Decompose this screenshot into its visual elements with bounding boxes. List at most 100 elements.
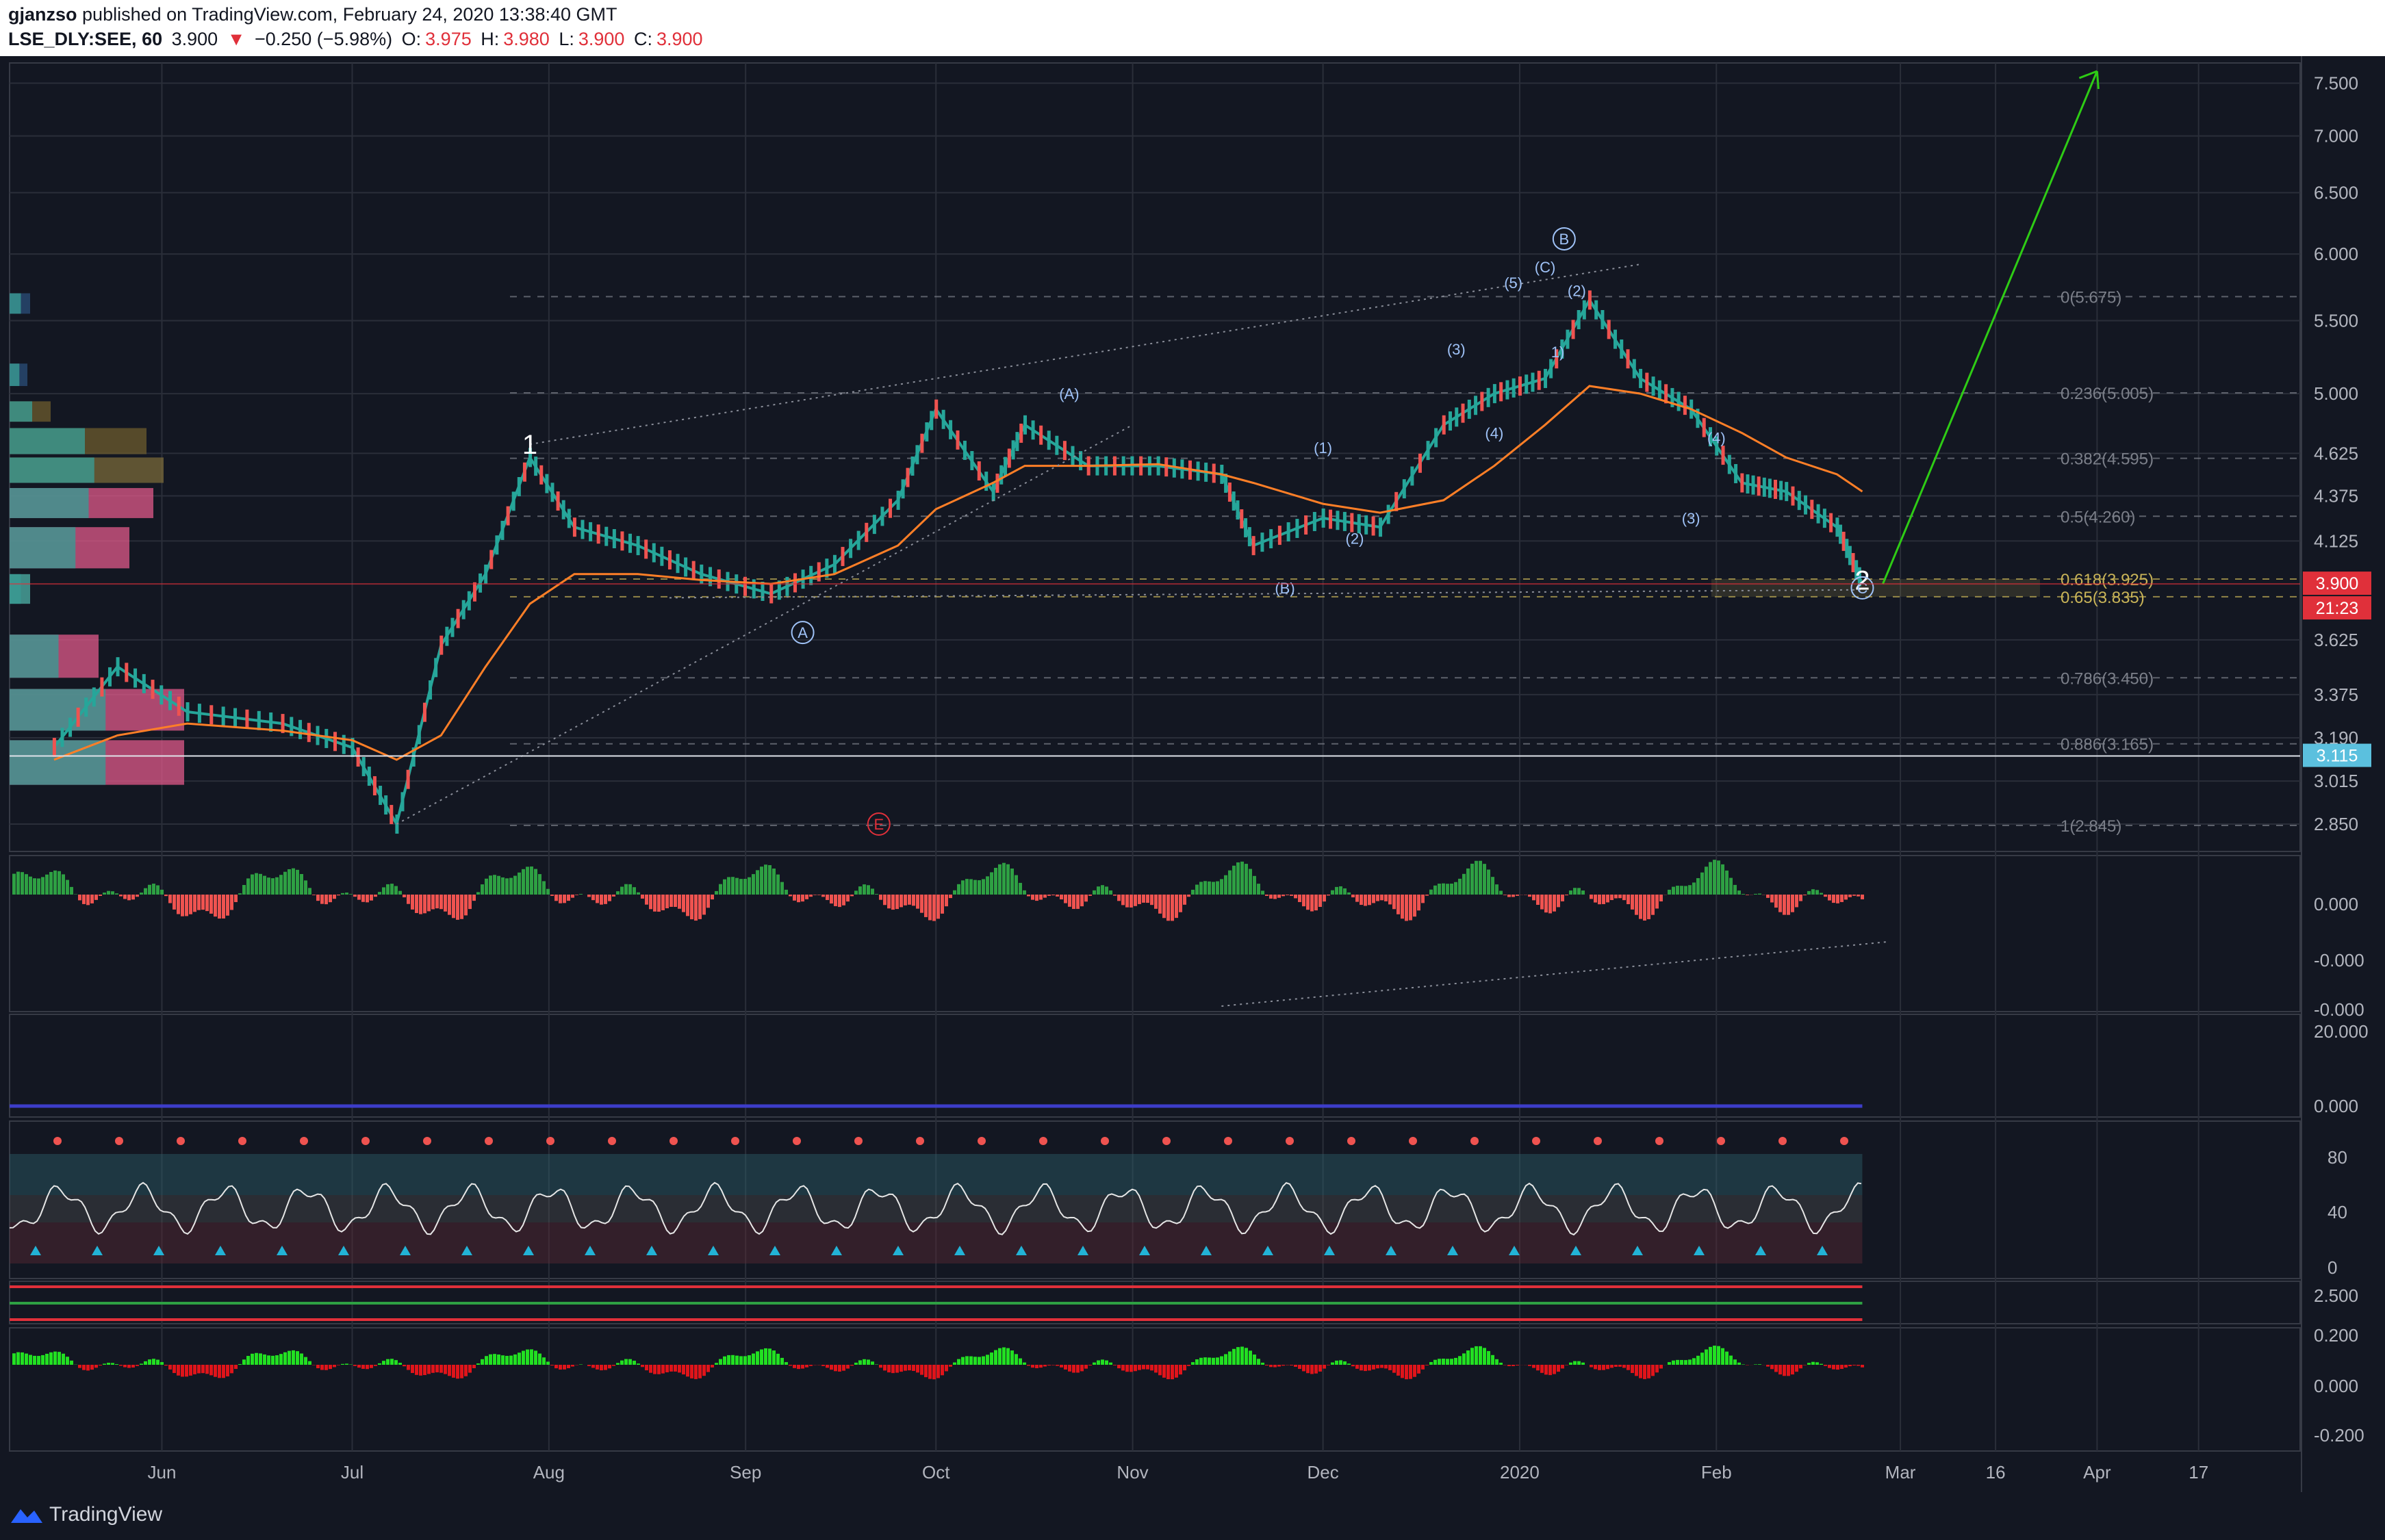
momentum-bar	[361, 1365, 365, 1369]
candle	[1011, 440, 1015, 460]
momentum-bar	[1622, 1365, 1626, 1368]
momentum-bar	[111, 1363, 114, 1365]
macd-bar	[953, 890, 956, 895]
macd-bar	[591, 895, 595, 901]
momentum-bar	[1093, 1362, 1096, 1365]
momentum-bar	[1631, 1365, 1634, 1374]
candle	[1702, 418, 1706, 437]
candle	[1657, 380, 1661, 400]
symbol-name[interactable]: LSE_DLY:SEE, 60	[8, 29, 162, 49]
macd-bar	[267, 877, 270, 895]
macd-bar	[579, 894, 583, 895]
candle	[484, 564, 488, 584]
macd-bar	[1273, 895, 1277, 899]
candle	[880, 506, 884, 526]
fib-level-label: 0.382(4.595)	[2061, 450, 2154, 469]
momentum-bar	[209, 1365, 213, 1376]
wave-label: (2)	[1346, 530, 1364, 547]
macd-bar	[1844, 895, 1848, 900]
momentum-bar	[690, 1365, 693, 1378]
macd-bar	[982, 879, 985, 895]
momentum-bar	[1191, 1362, 1195, 1365]
candle	[1639, 368, 1643, 388]
momentum-bar	[686, 1365, 689, 1377]
candle	[1247, 527, 1251, 547]
momentum-bar	[1298, 1365, 1301, 1370]
macd-bar	[1758, 893, 1761, 895]
price-chart[interactable]: JunJulAugSepOctNovDec2020FebMar16Apr17Ma…	[0, 56, 2385, 1492]
candle	[1236, 500, 1240, 520]
candle	[984, 472, 989, 491]
momentum-bar	[764, 1348, 767, 1365]
macd-bar	[1364, 895, 1367, 906]
macd-bar	[1351, 895, 1355, 898]
candle	[461, 600, 465, 619]
macd-bar	[296, 869, 299, 895]
momentum-bar	[513, 1354, 517, 1365]
momentum-bar	[288, 1350, 291, 1365]
sell-signal-dot-icon	[1162, 1137, 1171, 1145]
macd-bar	[608, 895, 611, 901]
macd-bar	[1335, 886, 1338, 895]
momentum-bar	[1208, 1357, 1211, 1365]
macd-bar	[998, 864, 1002, 895]
candle	[92, 687, 96, 707]
macd-bar	[936, 895, 940, 919]
sell-signal-dot-icon	[1286, 1137, 1294, 1145]
momentum-bar	[1171, 1365, 1174, 1380]
momentum-bar	[1737, 1362, 1741, 1365]
fib-level-label: 0(5.675)	[2061, 288, 2121, 307]
candle	[962, 440, 967, 460]
macd-bar	[1700, 872, 1704, 895]
candle	[1835, 517, 1839, 537]
macd-bar	[1491, 877, 1494, 895]
macd-bar	[1314, 895, 1318, 911]
momentum-bar	[390, 1359, 394, 1365]
momentum-bar	[214, 1365, 217, 1377]
momentum-bar	[538, 1353, 541, 1365]
candle	[1277, 526, 1281, 546]
candle	[1626, 349, 1630, 369]
macd-bar	[616, 891, 620, 895]
volume-profile-bar-up	[10, 634, 59, 678]
tradingview-logo[interactable]: TradingView	[10, 1503, 162, 1526]
momentum-bar	[1442, 1359, 1445, 1365]
momentum-bar	[296, 1351, 299, 1365]
macd-bar	[29, 876, 32, 895]
macd-bar	[366, 895, 369, 903]
x-tick-label: Feb	[1701, 1462, 1732, 1483]
macd-bar	[1487, 869, 1490, 895]
candle	[934, 399, 939, 419]
momentum-bar	[756, 1351, 759, 1365]
momentum-bar	[1409, 1365, 1412, 1379]
momentum-bar	[1635, 1365, 1638, 1376]
momentum-bar	[1421, 1365, 1425, 1370]
candle	[429, 680, 433, 700]
momentum-bar	[1553, 1365, 1556, 1374]
macd-bar	[567, 895, 570, 901]
momentum-bar	[805, 1365, 808, 1368]
candle	[76, 707, 80, 727]
momentum-bar	[452, 1365, 455, 1378]
sell-signal-dot-icon	[1532, 1137, 1540, 1145]
momentum-bar	[1824, 1365, 1827, 1366]
candle	[636, 536, 640, 556]
macd-bar	[181, 895, 184, 916]
momentum-bar	[1364, 1365, 1367, 1372]
candle	[1386, 504, 1390, 524]
momentum-bar	[53, 1351, 57, 1365]
macd-bar	[838, 895, 841, 908]
momentum-bar	[854, 1362, 858, 1365]
candle	[439, 635, 444, 655]
macd-bar	[1721, 864, 1724, 895]
momentum-bar	[271, 1355, 275, 1365]
momentum-bar	[1778, 1365, 1782, 1375]
macd-bar	[772, 868, 776, 895]
macd-bar	[509, 877, 513, 895]
momentum-bar	[1590, 1365, 1593, 1368]
macd-bar	[1113, 895, 1117, 896]
publisher-name[interactable]: gjanzso	[8, 4, 77, 25]
macd-bar	[12, 873, 16, 895]
macd-bar	[435, 895, 439, 909]
candle	[545, 474, 549, 493]
